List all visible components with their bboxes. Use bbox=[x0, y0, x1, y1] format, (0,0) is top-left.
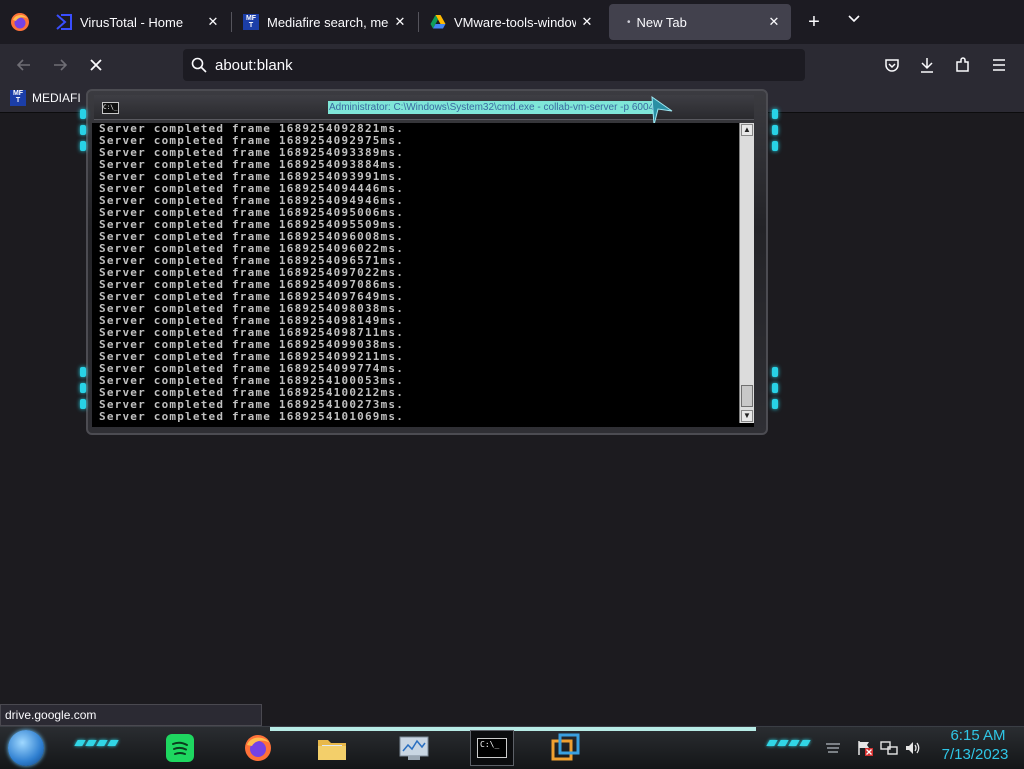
console-area[interactable]: Server completed frame 1689254092821ms. S… bbox=[92, 123, 754, 427]
list-all-tabs-button[interactable] bbox=[840, 8, 868, 36]
taskbar-performance-monitor[interactable] bbox=[396, 730, 432, 766]
close-tab-icon[interactable]: ✕ bbox=[202, 14, 224, 30]
command-prompt-icon[interactable]: C:\_ bbox=[102, 102, 119, 114]
arrow-left-icon bbox=[16, 59, 30, 71]
taskbar-file-explorer[interactable] bbox=[314, 730, 350, 766]
back-button[interactable] bbox=[9, 50, 39, 80]
mediafire-icon: MF T bbox=[10, 90, 26, 106]
extensions-button[interactable] bbox=[948, 50, 978, 80]
glow-accent bbox=[80, 367, 86, 377]
taskbar-vmware[interactable] bbox=[548, 730, 584, 766]
hamburger-icon bbox=[993, 59, 1005, 71]
download-icon bbox=[921, 58, 933, 73]
glow-accent bbox=[772, 125, 778, 135]
console-scrollbar[interactable]: ▲ ▼ bbox=[739, 123, 754, 423]
pocket-icon bbox=[885, 59, 899, 72]
glow-accent bbox=[80, 141, 86, 151]
google-drive-icon bbox=[430, 14, 446, 30]
clock-date[interactable]: 7/13/2023 bbox=[932, 746, 1018, 763]
network-icon[interactable] bbox=[880, 740, 898, 756]
puzzle-icon bbox=[956, 57, 969, 72]
app-menu-button[interactable] bbox=[984, 50, 1014, 80]
show-hidden-icons-icon[interactable] bbox=[824, 740, 842, 756]
stop-button[interactable] bbox=[81, 50, 111, 80]
close-tab-icon[interactable]: ✕ bbox=[763, 14, 785, 30]
url-bar[interactable] bbox=[183, 49, 805, 81]
pocket-button[interactable] bbox=[877, 50, 907, 80]
taskbar: C:\_ 6:15 AM 7/13/2023 bbox=[0, 726, 1024, 769]
link-status-text: drive.google.com bbox=[0, 704, 262, 726]
console-line: Server completed frame 1689254101069ms. bbox=[99, 410, 405, 423]
command-prompt-icon: C:\_ bbox=[477, 738, 507, 758]
url-input[interactable] bbox=[213, 55, 777, 75]
action-center-flag-icon[interactable] bbox=[856, 740, 874, 756]
scroll-thumb[interactable] bbox=[741, 385, 753, 407]
glow-accent bbox=[80, 109, 86, 119]
firefox-icon bbox=[245, 735, 271, 761]
downloads-button[interactable] bbox=[912, 50, 942, 80]
glow-accent bbox=[772, 109, 778, 119]
tab-virustotal[interactable]: VirusTotal - Home ✕ bbox=[44, 4, 230, 40]
virustotal-icon bbox=[56, 14, 72, 30]
performance-monitor-icon bbox=[399, 736, 429, 760]
tab-title: VMware-tools-windows bbox=[454, 14, 576, 30]
file-explorer-icon bbox=[318, 740, 346, 760]
arrow-right-icon bbox=[54, 59, 68, 71]
glow-accent bbox=[772, 367, 778, 377]
volume-icon[interactable] bbox=[904, 740, 922, 756]
dot-icon: • bbox=[627, 16, 631, 28]
close-icon bbox=[90, 59, 102, 71]
forward-button[interactable] bbox=[45, 50, 75, 80]
glow-accent bbox=[80, 125, 86, 135]
vmware-icon bbox=[551, 733, 580, 761]
tab-new-tab[interactable]: • New Tab ✕ bbox=[609, 4, 791, 40]
clock-time[interactable]: 6:15 AM bbox=[938, 727, 1018, 744]
new-tab-button[interactable]: + bbox=[800, 8, 828, 36]
bookmark-mediafire[interactable]: MF T MEDIAFI bbox=[10, 90, 81, 106]
glow-accent bbox=[80, 399, 86, 409]
taskbar-firefox[interactable] bbox=[240, 730, 276, 766]
glow-accent bbox=[772, 383, 778, 393]
tab-vmware-tools[interactable]: VMware-tools-windows ✕ bbox=[418, 4, 604, 40]
tab-title: VirusTotal - Home bbox=[80, 14, 184, 30]
decorative-lights bbox=[766, 740, 811, 746]
navigation-bar bbox=[0, 44, 1024, 86]
mediafire-icon: MF T bbox=[243, 14, 259, 30]
glow-accent bbox=[772, 399, 778, 409]
start-button[interactable] bbox=[8, 730, 44, 766]
tab-mediafire[interactable]: MF T Mediafire search, mediaf ✕ bbox=[231, 4, 417, 40]
bookmark-label: MEDIAFI bbox=[32, 91, 81, 105]
cmd-window[interactable]: C:\_ Administrator: C:\Windows\System32\… bbox=[80, 89, 778, 435]
taskbar-spotify[interactable] bbox=[162, 730, 198, 766]
close-tab-icon[interactable]: ✕ bbox=[576, 14, 598, 30]
tab-strip: VirusTotal - Home ✕ MF T Mediafire searc… bbox=[0, 0, 1024, 44]
firefox-view-icon[interactable] bbox=[10, 12, 30, 32]
search-icon bbox=[191, 57, 207, 73]
scroll-up-icon[interactable]: ▲ bbox=[741, 124, 753, 136]
cmd-window-title: Administrator: C:\Windows\System32\cmd.e… bbox=[328, 101, 656, 114]
tab-title: Mediafire search, mediaf bbox=[267, 14, 389, 30]
chevron-down-icon bbox=[848, 15, 860, 23]
tab-title: New Tab bbox=[636, 14, 687, 30]
scroll-down-icon[interactable]: ▼ bbox=[741, 410, 753, 422]
glow-accent bbox=[80, 383, 86, 393]
console-output: Server completed frame 1689254092821ms. S… bbox=[99, 123, 404, 423]
glow-accent bbox=[772, 141, 778, 151]
taskbar-command-prompt[interactable]: C:\_ bbox=[470, 730, 514, 766]
decorative-lights bbox=[74, 740, 119, 746]
spotify-icon bbox=[166, 734, 194, 762]
close-tab-icon[interactable]: ✕ bbox=[389, 14, 411, 30]
